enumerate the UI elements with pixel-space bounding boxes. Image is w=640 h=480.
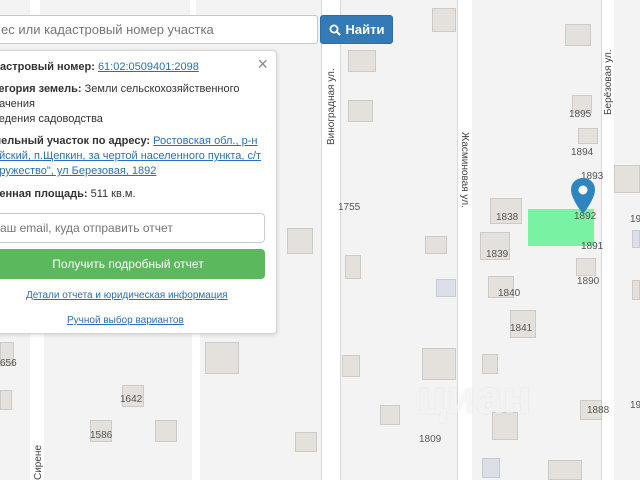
house-number: 1839 [486, 249, 509, 260]
search-button-label: Найти [345, 22, 385, 37]
category-row-2: начения [0, 97, 263, 112]
search-button[interactable]: Найти [320, 15, 393, 44]
category-value: Земли сельскохозяйственного [84, 83, 240, 95]
street-label: Жасминовая ул. [459, 132, 470, 208]
area-row: ченная площадь: 511 кв.м. [0, 187, 263, 202]
watermark: циан [418, 371, 532, 423]
manual-selection-link[interactable]: Ручной выбор вариантов [67, 315, 184, 326]
building [348, 50, 376, 72]
road-mid [192, 330, 200, 480]
building [614, 165, 640, 193]
house-number: 1894 [571, 147, 594, 158]
usage-row: ведения садоводства [0, 112, 263, 127]
house-number: 1755 [338, 202, 361, 213]
area-value: 511 кв.м. [90, 188, 136, 200]
street-label: Берёзовая ул. [603, 49, 614, 115]
address-row: мельный участок по адресу: Ростовская об… [0, 134, 263, 149]
building [348, 100, 373, 122]
building [380, 405, 400, 425]
road-edge [321, 0, 322, 480]
building [632, 280, 640, 300]
street-label: Сирене [33, 444, 44, 480]
house-number: 656 [0, 358, 17, 369]
building [548, 460, 582, 480]
address-link-cont[interactable]: айский, п.Щепкин, за чертой населенного … [0, 150, 261, 162]
email-field[interactable] [0, 213, 265, 243]
house-number: 1891 [581, 241, 604, 252]
category-label: тегория земель: [0, 83, 82, 95]
search-icon [329, 24, 341, 36]
search-input[interactable] [0, 15, 318, 44]
cadastral-number-link[interactable]: 61:02:0509401:2098 [98, 61, 199, 73]
house-number: 1642 [120, 394, 143, 405]
building [632, 230, 640, 248]
building [155, 420, 177, 442]
building [425, 236, 447, 254]
house-number: 1809 [419, 434, 442, 445]
address-row-2: айский, п.Щепкин, за чертой населенного … [0, 149, 263, 164]
road-left-top [30, 0, 40, 15]
building [287, 228, 313, 254]
get-report-label: Получить подробный отчет [52, 257, 204, 271]
building [576, 258, 596, 276]
building [482, 458, 500, 478]
house-number: 19 [630, 214, 640, 225]
address-link[interactable]: Ростовская обл., р-н [153, 135, 257, 147]
category-value-cont: начения [0, 98, 35, 110]
parcel-info-panel: × дастровый номер: 61:02:0509401:2098 те… [0, 50, 277, 334]
house-number: 1888 [587, 405, 610, 416]
building [578, 128, 598, 144]
house-number: 1586 [90, 430, 113, 441]
cadastral-row: дастровый номер: 61:02:0509401:2098 [0, 60, 263, 75]
building [0, 390, 12, 410]
get-report-button[interactable]: Получить подробный отчет [0, 249, 265, 279]
building [295, 432, 317, 452]
cadastral-label: дастровый номер: [0, 61, 95, 73]
map-pin-icon[interactable] [571, 178, 595, 214]
building [205, 342, 239, 374]
building [565, 24, 591, 46]
address-link-cont[interactable]: дружество", ул Березовая, 1892 [0, 165, 156, 177]
building [342, 355, 360, 377]
house-number: 1838 [496, 212, 519, 223]
usage-text: ведения садоводства [0, 113, 103, 125]
road-edge [340, 0, 341, 480]
building [345, 255, 361, 279]
details-link[interactable]: Детали отчета и юридическая информация [26, 290, 228, 301]
area-label: ченная площадь: [0, 188, 88, 200]
house-number: 1890 [577, 276, 600, 287]
building [436, 279, 456, 297]
house-number: 1840 [498, 288, 521, 299]
category-row: тегория земель: Земли сельскохозяйственн… [0, 82, 263, 97]
road-mid-top [190, 0, 196, 15]
house-number: 1841 [510, 323, 533, 334]
building [432, 8, 456, 32]
address-label: мельный участок по адресу: [0, 135, 151, 147]
street-label: Виноградная ул. [326, 68, 337, 145]
address-row-3: дружество", ул Березовая, 1892 [0, 164, 263, 179]
house-number: 1895 [569, 109, 592, 120]
house-number: 19 [630, 400, 640, 411]
